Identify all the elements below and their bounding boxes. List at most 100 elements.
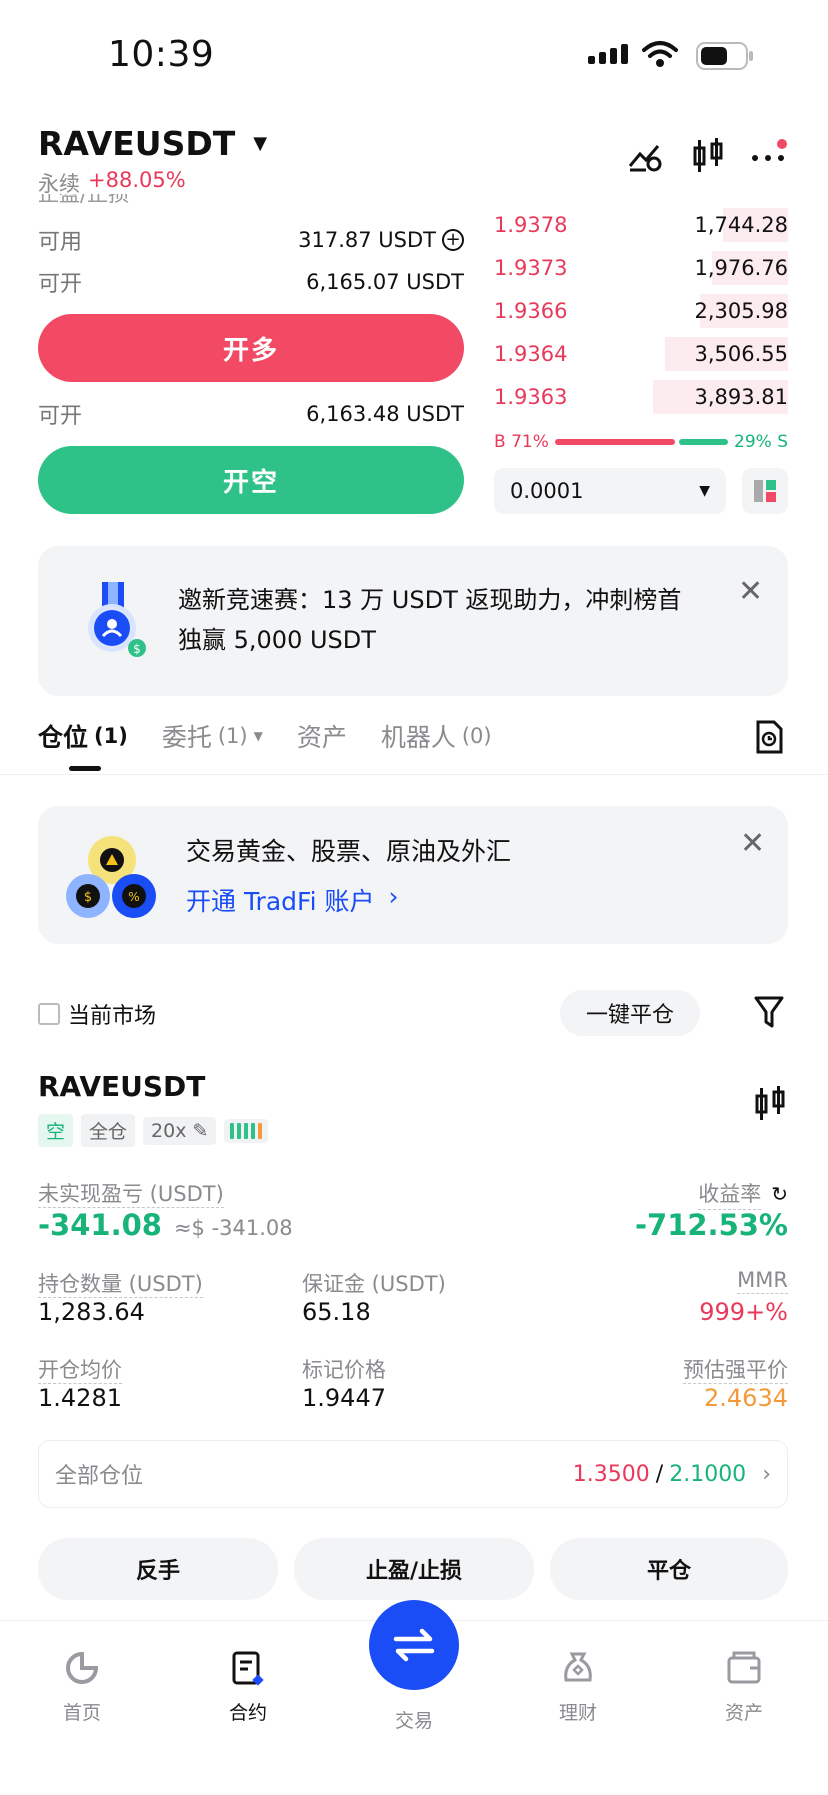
tradfi-link[interactable]: 开通 TradFi 账户 ›: [186, 882, 398, 918]
tab-orders[interactable]: 委托 (1) ▼: [162, 718, 263, 754]
orderbook-ask-row[interactable]: 1.9364 3,506.55: [494, 335, 788, 373]
orderbook-ask-row[interactable]: 1.9378 1,744.28: [494, 206, 788, 244]
ask-price: 1.9363: [494, 385, 568, 409]
chevron-right-icon: ›: [762, 1461, 771, 1487]
chart-settings-icon[interactable]: [628, 140, 664, 178]
leverage-tag[interactable]: 20x ✎: [143, 1116, 217, 1145]
more-icon[interactable]: [750, 138, 790, 178]
tab-indicator: [69, 766, 101, 771]
open-short-value: 6,163.48 USDT: [306, 402, 464, 426]
orderbook-ask-row[interactable]: 1.9373 1,976.76: [494, 249, 788, 287]
mmr-value: 999+%: [699, 1298, 788, 1326]
svg-text:$: $: [84, 890, 92, 905]
size-label: 持仓数量 (USDT): [38, 1272, 203, 1298]
checkbox[interactable]: [38, 1003, 60, 1025]
svg-text:%: %: [128, 890, 139, 904]
candlestick-icon[interactable]: [692, 138, 724, 178]
unrealized-usd: ≈$ -341.08: [173, 1216, 293, 1240]
roe-label: 收益率: [698, 1178, 762, 1210]
buy-ratio-label: B 71%: [494, 432, 549, 452]
precision-select[interactable]: 0.0001 ▼: [494, 468, 726, 514]
wallet-icon: [727, 1651, 761, 1684]
pair-selector[interactable]: RAVEUSDT ▼: [38, 124, 267, 163]
entry-label: 开仓均价: [38, 1358, 122, 1384]
orderbook-ask-row[interactable]: 1.9366 2,305.98: [494, 292, 788, 330]
open-short-button[interactable]: 开空: [38, 446, 464, 514]
tradfi-coins-icon: $%: [64, 830, 160, 930]
futures-icon: [232, 1651, 264, 1686]
margin-label: 保证金 (USDT): [302, 1272, 446, 1296]
close-icon[interactable]: ✕: [740, 826, 765, 861]
filter-icon[interactable]: [754, 996, 784, 1032]
ask-price: 1.9366: [494, 299, 568, 323]
open-long-button[interactable]: 开多: [38, 314, 464, 382]
mmr-label: MMR: [737, 1268, 788, 1294]
current-market-filter[interactable]: 当前市场: [38, 998, 156, 1030]
current-market-label: 当前市场: [68, 1004, 157, 1029]
nav-futures[interactable]: 合约: [188, 1650, 308, 1725]
nav-earn-label: 理财: [558, 1702, 597, 1724]
caret-down-icon: ▼: [253, 729, 263, 743]
caret-down-icon: ▼: [253, 133, 268, 154]
signal-icon: [588, 44, 628, 64]
swap-icon: [393, 1628, 435, 1662]
trade-fab[interactable]: [369, 1600, 459, 1690]
open-long-value: 6,165.07 USDT: [306, 270, 464, 294]
buy-ratio-bar: [554, 439, 675, 445]
side-tag: 空: [38, 1114, 74, 1147]
all-positions-label: 全部仓位: [55, 1464, 144, 1489]
available-label: 可用: [38, 230, 83, 255]
position-symbol[interactable]: RAVEUSDT: [38, 1070, 205, 1103]
available-row: 可用 317.87 USDT +: [38, 224, 464, 256]
open-long-row: 可开 6,165.07 USDT: [38, 266, 464, 298]
tp-sl-button[interactable]: 止盈/止损: [294, 1538, 534, 1600]
ask-qty: 2,305.98: [694, 299, 788, 323]
open-long-label: 可开: [38, 272, 83, 297]
entry-value: 1.4281: [38, 1384, 122, 1412]
close-icon[interactable]: ✕: [738, 574, 763, 609]
roe-value: -712.53%: [634, 1208, 788, 1242]
wifi-icon: [642, 40, 678, 72]
open-short-label: 可开: [38, 404, 83, 429]
caret-down-icon: ▼: [699, 483, 710, 499]
promo-text: 邀新竞速赛：13 万 USDT 返现助力，冲刺榜首独赢 5,000 USDT: [178, 586, 682, 654]
unrealized-label: 未实现盈亏 (USDT): [38, 1182, 224, 1208]
edit-icon: ✎: [192, 1119, 209, 1142]
tradfi-link-label: 开通 TradFi 账户: [186, 887, 375, 916]
orderbook-ask-row[interactable]: 1.9363 3,893.81: [494, 378, 788, 416]
margin-value: 65.18: [302, 1298, 371, 1326]
tp-sl-label: 止盈/止损: [38, 194, 130, 206]
nav-earn[interactable]: 理财: [518, 1650, 638, 1725]
reverse-button[interactable]: 反手: [38, 1538, 278, 1600]
tp-value: 1.3500: [572, 1461, 650, 1487]
tab-positions[interactable]: 仓位 (1): [38, 718, 128, 754]
risk-bars-icon: [224, 1118, 269, 1143]
nav-trade-label[interactable]: 交易: [354, 1706, 474, 1733]
nav-assets-label: 资产: [724, 1702, 763, 1724]
add-circle-icon[interactable]: +: [442, 229, 464, 251]
ask-qty: 3,506.55: [694, 342, 788, 366]
tp-sl-checkbox[interactable]: 止盈/止损: [38, 194, 129, 206]
ask-qty: 1,976.76: [694, 256, 788, 280]
candlestick-icon[interactable]: [754, 1086, 786, 1126]
earn-icon: [564, 1652, 592, 1682]
nav-home[interactable]: 首页: [22, 1650, 142, 1725]
ask-qty: 1,744.28: [694, 213, 788, 237]
svg-text:$: $: [133, 642, 141, 656]
tradfi-banner[interactable]: $% 交易黄金、股票、原油及外汇 开通 TradFi 账户 › ✕: [38, 806, 788, 944]
share-icon[interactable]: ↻: [771, 1182, 788, 1206]
nav-assets[interactable]: 资产: [684, 1650, 804, 1725]
tab-assets[interactable]: 资产: [297, 718, 347, 754]
history-icon[interactable]: [754, 720, 784, 758]
close-position-button[interactable]: 平仓: [550, 1538, 788, 1600]
roe-label-row[interactable]: 收益率 ↻: [698, 1178, 788, 1210]
unrealized-value: -341.08: [38, 1208, 162, 1242]
close-all-button[interactable]: 一键平仓: [560, 990, 700, 1036]
position-tags: 空 全仓 20x ✎: [38, 1114, 269, 1147]
tab-bots[interactable]: 机器人 (0): [381, 718, 492, 754]
margin-mode-tag: 全仓: [81, 1114, 136, 1147]
all-positions-row[interactable]: 全部仓位 1.3500 / 2.1000 ›: [38, 1440, 788, 1508]
orderbook-layout-icon[interactable]: [742, 468, 788, 514]
promo-banner[interactable]: $ 邀新竞速赛：13 万 USDT 返现助力，冲刺榜首独赢 5,000 USDT…: [38, 546, 788, 696]
divider: [0, 774, 828, 775]
